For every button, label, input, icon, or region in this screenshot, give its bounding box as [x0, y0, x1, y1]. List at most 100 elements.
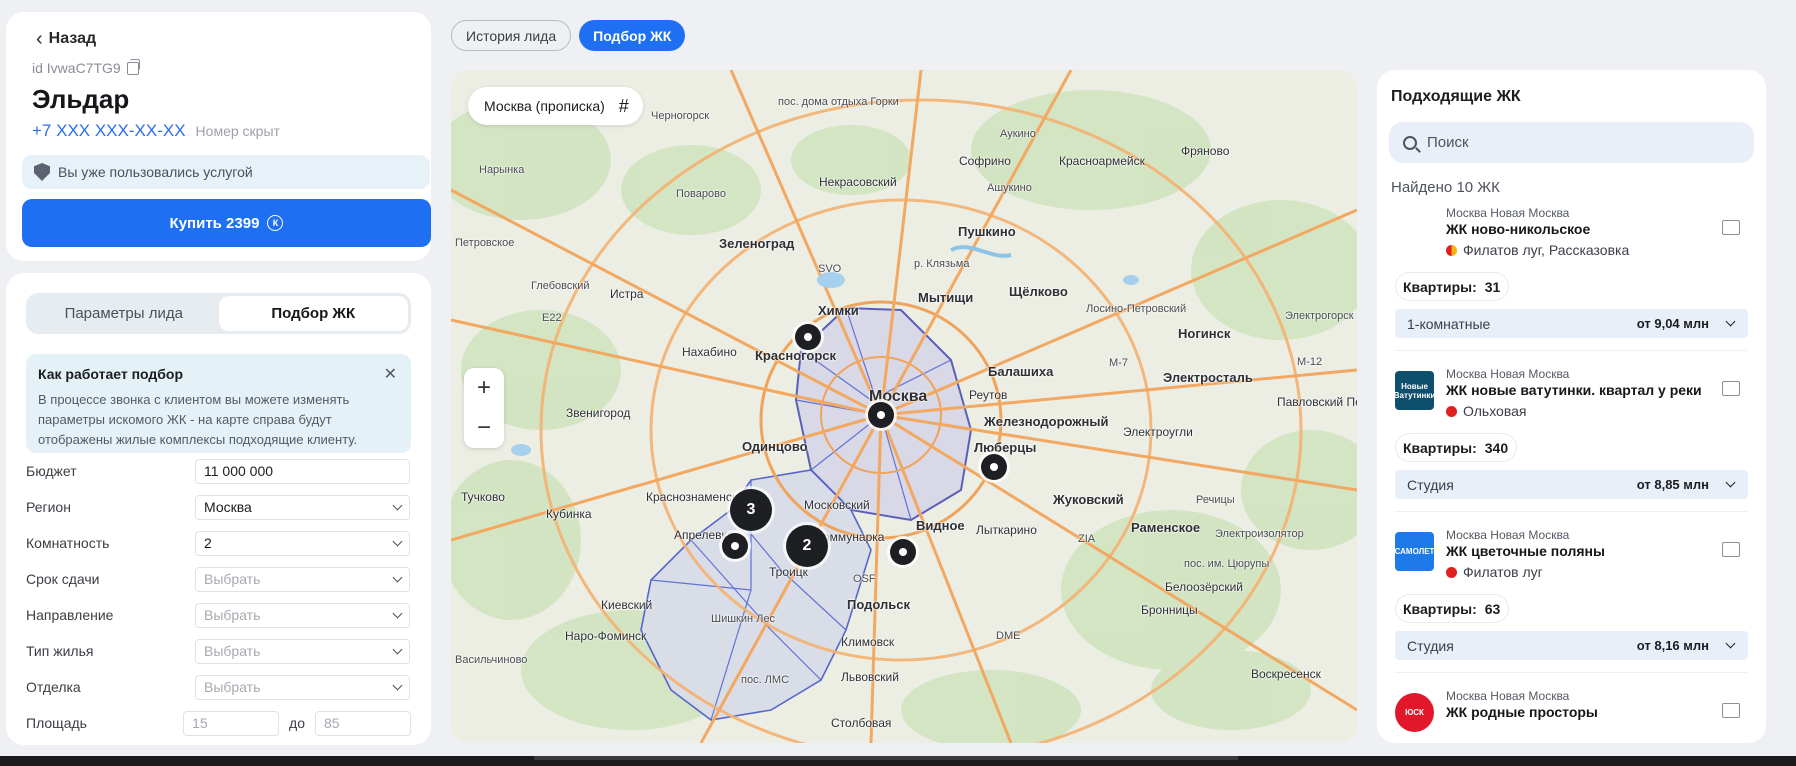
map-marker[interactable] [868, 402, 894, 428]
jk-region: Москва Новая Москва [1446, 528, 1570, 542]
jk-card[interactable]: Москва Новая Москва ЖК ново-никольское Ф… [1389, 206, 1754, 351]
results-title: Подходящие ЖК [1391, 88, 1521, 105]
phone-row: +7 XXX XXX-XX-XX Номер скрыт [32, 121, 423, 141]
direction-select[interactable]: Выбрать [195, 602, 410, 628]
show-on-map-icon[interactable] [1722, 703, 1740, 718]
show-on-map-icon[interactable] [1722, 220, 1740, 235]
map-label-kubinka: Кубинка [546, 507, 592, 521]
field-label: Тип жилья [26, 643, 94, 659]
field-value: 85 [324, 715, 340, 731]
zoom-control: + − [464, 368, 504, 448]
used-service-badge: Вы уже пользовались услугой [22, 155, 430, 189]
flats-number: 31 [1484, 278, 1501, 295]
search-input[interactable] [1427, 134, 1727, 151]
jk-card[interactable]: ЮСК Москва Новая Москва ЖК родные просто… [1389, 689, 1754, 732]
area-from-input[interactable]: 15 [183, 710, 280, 736]
housing-type-select[interactable]: Выбрать [195, 638, 410, 664]
area-range: 15 до 85 [183, 710, 411, 736]
jk-card[interactable]: САМОЛЕТ Москва Новая Москва ЖК цветочные… [1389, 528, 1754, 673]
field-label: Площадь [26, 715, 87, 731]
flats-label: Квартиры: [1403, 278, 1477, 295]
map-label-ashukino: Ашукино [987, 182, 1032, 194]
map-label-krasnoarmeysk: Красноармейск [1059, 154, 1145, 168]
map-label-moskovsky: Московский [804, 498, 870, 512]
jk-region: Москва Новая Москва [1446, 689, 1570, 703]
jk-name: ЖК цветочные поляны [1446, 543, 1605, 559]
map[interactable]: Москва Зеленоград Химки Мытищи Пушкино Щ… [451, 70, 1357, 743]
jk-metro: Филатов луг [1446, 564, 1754, 580]
budget-input[interactable]: 11 000 000 [195, 458, 410, 484]
map-marker[interactable] [722, 533, 748, 559]
divider [1395, 672, 1748, 673]
deadline-select[interactable]: Выбрать [195, 566, 410, 592]
map-label-vasilchinovo: Васильчиново [455, 654, 528, 666]
chevron-down-icon [1725, 638, 1736, 649]
tab-jk-selection-top[interactable]: Подбор ЖК [579, 20, 686, 51]
field-value: Выбрать [204, 607, 261, 623]
tab-jk-selection[interactable]: Подбор ЖК [218, 296, 408, 331]
map-label-shchyolkovo: Щёлково [1009, 284, 1068, 299]
map-cluster[interactable]: 2 [786, 525, 828, 567]
rooms-select[interactable]: 2 [195, 530, 410, 556]
metro-icon [1446, 566, 1457, 578]
offer-row[interactable]: Студия от 8,16 млн [1395, 631, 1748, 660]
show-on-map-icon[interactable] [1722, 542, 1740, 557]
region-select[interactable]: Москва [195, 494, 410, 520]
map-label-mytishchi: Мытищи [918, 290, 974, 305]
offer-price: от 8,85 млн [1636, 477, 1709, 492]
metro-icon [1446, 244, 1457, 256]
finishing-select[interactable]: Выбрать [195, 674, 410, 700]
map-region-filter[interactable]: Москва (прописка) # [468, 87, 643, 125]
map-marker[interactable] [795, 324, 821, 350]
map-label-gorki: пос. дома отдыха Горки [778, 96, 899, 108]
offer-row[interactable]: Студия от 8,85 млн [1395, 470, 1748, 499]
flats-label: Квартиры: [1403, 439, 1477, 456]
chevron-down-icon [392, 644, 403, 654]
metro-name: Ольховая [1463, 403, 1527, 419]
jk-name: ЖК ново-никольское [1446, 221, 1591, 237]
map-label-svo: SVO [818, 263, 842, 275]
show-on-map-icon[interactable] [1722, 381, 1740, 396]
tab-lead-params[interactable]: Параметры лида [29, 296, 219, 331]
map-marker[interactable] [890, 539, 916, 565]
field-value: 15 [192, 715, 208, 731]
divider [1395, 511, 1748, 512]
area-to-input[interactable]: 85 [315, 710, 411, 736]
map-label-krasnoznamensk: Краснознаменск [646, 490, 738, 504]
back-label: Назад [48, 30, 97, 47]
map-label-pavlovsky-posad: Павловский Посад [1277, 395, 1357, 409]
map-label-dme: DME [996, 630, 1021, 642]
offer-row[interactable]: 1-комнатные от 9,04 млн [1395, 309, 1748, 338]
lead-name: Эльдар [32, 84, 130, 114]
jk-name: ЖК новые ватутинки. квартал у реки [1446, 382, 1702, 398]
how-it-works-info: Как работает подбор В процессе звонка с … [26, 354, 411, 453]
map-label-m7: M-7 [1109, 357, 1128, 369]
buy-button[interactable]: Купить 2399 К [22, 199, 431, 247]
jk-head: Новые Ватутинки Москва Новая Москва ЖК н… [1389, 367, 1754, 419]
phone-number[interactable]: +7 XXX XXX-XX-XX [32, 121, 186, 141]
close-icon[interactable]: ✕ [384, 364, 397, 384]
map-label-balashikha: Балашиха [988, 364, 1054, 379]
zoom-in-button[interactable]: + [464, 368, 504, 408]
map-marker[interactable] [981, 454, 1007, 480]
map-label-narynka: Нарынка [479, 164, 525, 176]
map-label-bronnitsy: Бронницы [1141, 603, 1198, 617]
jk-region: Москва Новая Москва [1446, 206, 1570, 220]
jk-card[interactable]: Новые Ватутинки Москва Новая Москва ЖК н… [1389, 367, 1754, 512]
offer-price: от 9,04 млн [1636, 316, 1709, 331]
map-label-khimki: Химки [818, 303, 859, 318]
map-label-odintsovo: Одинцово [742, 439, 808, 454]
zoom-out-button[interactable]: − [464, 408, 504, 448]
divider [1395, 350, 1748, 351]
back-button[interactable]: ‹ Назад [14, 28, 423, 50]
search-box[interactable] [1389, 122, 1754, 163]
map-cluster[interactable]: 3 [730, 489, 772, 531]
area-to-label: до [289, 715, 305, 731]
map-label-lyubertsy: Люберцы [974, 440, 1037, 455]
tab-lead-history[interactable]: История лида [451, 20, 572, 51]
map-label-losino: Лосино-Петровский [1086, 303, 1187, 315]
copy-icon[interactable] [126, 58, 140, 75]
flats-label: Квартиры: [1403, 600, 1477, 617]
chevron-down-icon [392, 572, 403, 582]
flats-count: Квартиры: 340 [1395, 433, 1518, 462]
